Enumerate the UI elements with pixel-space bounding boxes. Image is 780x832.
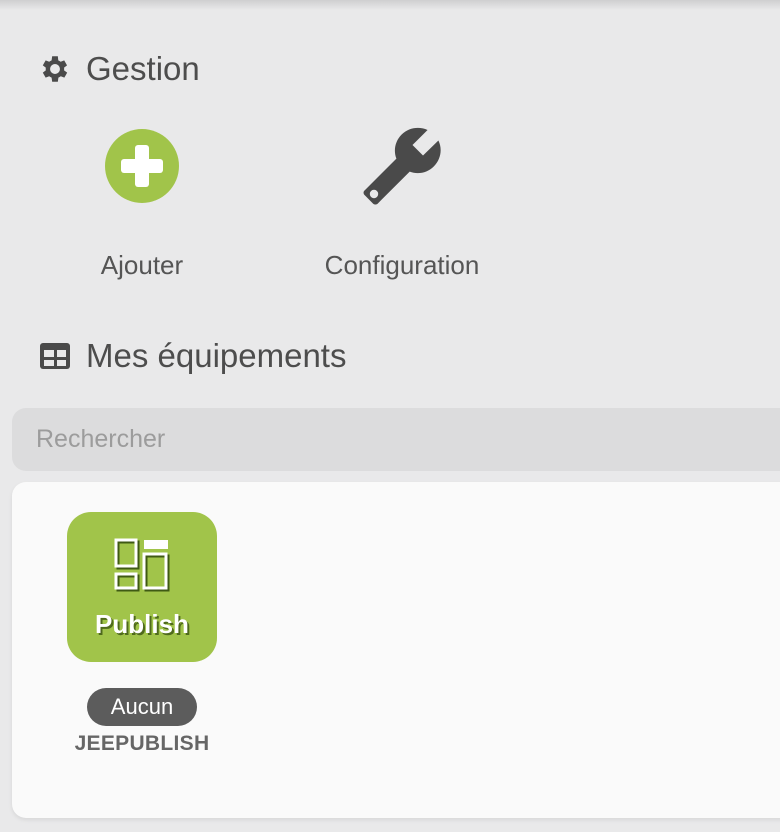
publish-dashboard-icon <box>114 538 172 601</box>
cog-icon <box>38 52 72 86</box>
add-button[interactable]: Ajouter <box>42 120 242 281</box>
equipment-card[interactable]: Publish Aucun JEEPUBLISH <box>67 512 217 756</box>
tile-text: Publish <box>95 609 189 639</box>
configuration-label: Configuration <box>324 250 480 280</box>
equipment-tile: Publish <box>67 512 217 662</box>
table-icon <box>38 339 72 373</box>
equipements-section-title: Mes équipements <box>38 337 346 375</box>
top-shadow <box>0 0 780 10</box>
plugin-page: Gestion Ajouter Configuration Mes équipe… <box>0 0 780 832</box>
search-input[interactable] <box>12 408 780 471</box>
gestion-title-text: Gestion <box>86 50 200 87</box>
gestion-section-title: Gestion <box>38 50 200 88</box>
add-label: Ajouter <box>100 250 184 280</box>
configuration-button[interactable]: Configuration <box>302 120 502 281</box>
equipment-panel: Publish Aucun JEEPUBLISH <box>12 482 780 818</box>
wrench-icon <box>360 124 444 213</box>
plus-circle-icon <box>104 128 180 209</box>
equipements-title-text: Mes équipements <box>86 337 347 374</box>
equipment-name: JEEPUBLISH <box>74 732 210 755</box>
status-badge: Aucun <box>86 688 198 726</box>
